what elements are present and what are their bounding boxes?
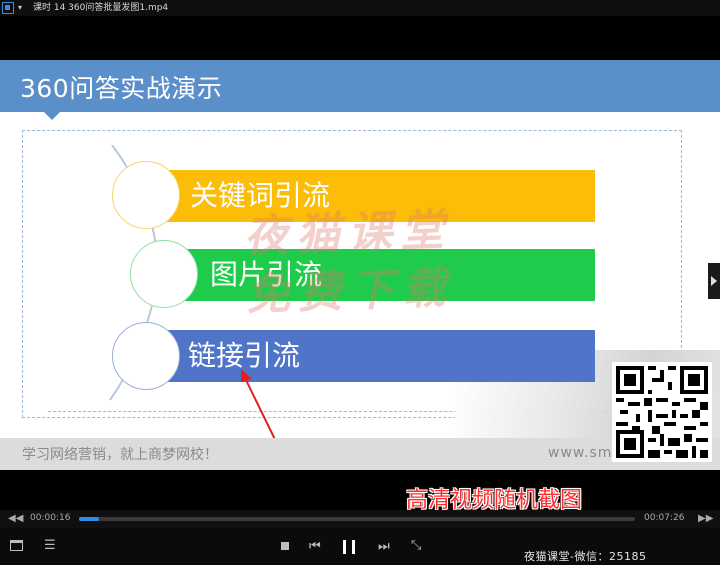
seek-bar-fill: [79, 517, 100, 521]
progress-row: ◀◀ 00:00:16 00:07:26 ▶▶: [0, 510, 720, 528]
pause-button[interactable]: [343, 540, 355, 554]
total-time: 00:07:26: [644, 513, 685, 523]
rewind-icon[interactable]: ◀◀: [8, 513, 23, 524]
playlist-icon[interactable]: [2, 2, 14, 14]
footer-slogan: 学习网络营销，就上商梦网校！: [22, 447, 218, 463]
fast-forward-icon[interactable]: ▶▶: [698, 513, 713, 524]
current-time: 00:00:16: [30, 513, 71, 523]
fullscreen-icon[interactable]: ⤡: [411, 539, 421, 553]
settings-sliders-icon[interactable]: ☰: [44, 539, 56, 553]
previous-button[interactable]: ⏮: [309, 540, 321, 554]
control-bar: ☰ ⏮ ⏭ ⤡ 夜猫课堂-微信：25185: [0, 528, 720, 565]
bottom-watermark: 夜猫课堂-微信：25185: [524, 550, 647, 563]
qr-code: [612, 362, 712, 462]
playlist-toggle-icon[interactable]: [10, 540, 23, 551]
title-bar: ▾ 课时 14 360问答批量发图1.mp4: [0, 0, 720, 16]
video-frame[interactable]: 360问答实战演示 关键词引流 图片引流 链接引流 夜猫课堂 免费下载 学习网络…: [0, 60, 720, 470]
chevron-down-icon[interactable]: ▾: [18, 0, 22, 16]
next-button[interactable]: ⏭: [378, 540, 390, 554]
side-panel-toggle[interactable]: [708, 263, 720, 299]
stop-button[interactable]: [281, 542, 289, 550]
seek-bar[interactable]: [79, 517, 635, 521]
footer-url: www.sm: [548, 445, 613, 461]
video-title: 课时 14 360问答批量发图1.mp4: [33, 3, 169, 13]
